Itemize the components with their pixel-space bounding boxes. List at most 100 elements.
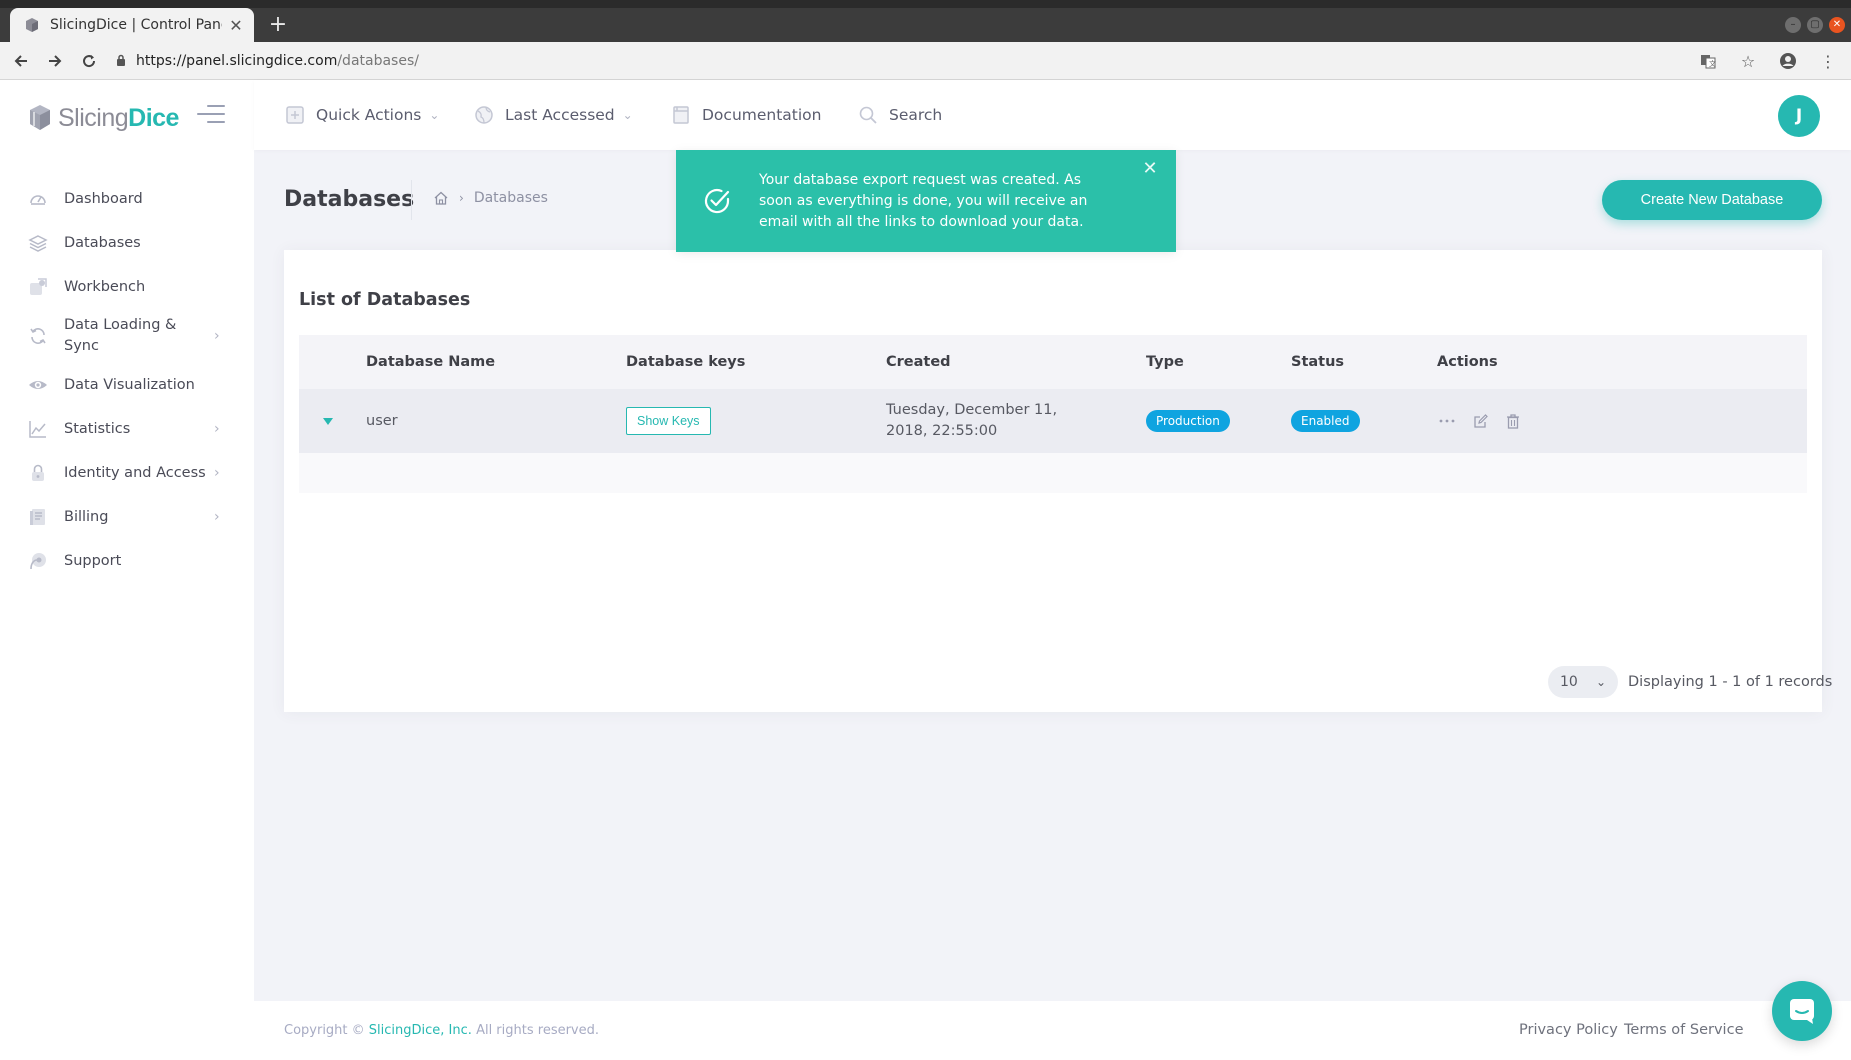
sidebar-item-statistics[interactable]: Statistics › bbox=[0, 407, 254, 451]
tab-close-icon[interactable]: ✕ bbox=[228, 16, 244, 35]
chat-launcher-button[interactable] bbox=[1772, 981, 1832, 1041]
type-cell: Production bbox=[1146, 389, 1230, 453]
created-timestamp: Tuesday, December 11, 2018, 22:55:00 bbox=[886, 402, 1058, 439]
support-icon bbox=[28, 551, 48, 571]
translate-icon[interactable]: 文 bbox=[1697, 48, 1719, 74]
edit-icon[interactable] bbox=[1470, 411, 1490, 431]
search-label: Search bbox=[889, 106, 943, 124]
os-top-bar bbox=[0, 0, 1851, 8]
bookmark-star-icon[interactable]: ☆ bbox=[1737, 48, 1759, 74]
address-bar[interactable]: https://panel.slicingdice.com/databases/ bbox=[116, 53, 419, 69]
status-cell: Enabled bbox=[1291, 389, 1360, 453]
globe-icon bbox=[473, 104, 495, 126]
sidebar-item-databases[interactable]: Databases bbox=[0, 221, 254, 265]
browser-toolbar: https://panel.slicingdice.com/databases/… bbox=[0, 42, 1851, 80]
caret-down-icon bbox=[323, 417, 333, 425]
column-header[interactable]: Database Name bbox=[366, 335, 495, 389]
documentation-label: Documentation bbox=[702, 106, 822, 124]
sidebar: SlicingDice Dashboard Databases Workbenc… bbox=[0, 80, 254, 1060]
toast-message: Your database export request was created… bbox=[759, 172, 1088, 230]
page-title: Databases bbox=[284, 187, 415, 212]
layers-icon bbox=[28, 233, 48, 253]
billing-icon bbox=[28, 507, 48, 527]
window-controls: – ▢ ✕ bbox=[1785, 17, 1845, 33]
more-options-icon[interactable] bbox=[1437, 411, 1457, 431]
sidebar-item-label: Support bbox=[64, 552, 122, 569]
trash-icon[interactable] bbox=[1503, 411, 1523, 431]
sidebar-item-label: Data Visualization bbox=[64, 376, 195, 393]
privacy-policy-link[interactable]: Privacy Policy bbox=[1519, 1022, 1618, 1038]
home-icon[interactable] bbox=[433, 190, 449, 206]
column-header[interactable]: Type bbox=[1146, 335, 1184, 389]
chevron-right-icon: › bbox=[214, 509, 220, 525]
maximize-window-icon[interactable]: ▢ bbox=[1807, 17, 1823, 33]
close-icon[interactable]: ✕ bbox=[1140, 158, 1160, 179]
user-avatar[interactable]: J bbox=[1778, 95, 1820, 137]
sidebar-item-dashboard[interactable]: Dashboard bbox=[0, 177, 254, 221]
show-keys-button[interactable]: Show Keys bbox=[626, 407, 711, 435]
browser-tab-strip: SlicingDice | Control Pane ✕ + – ▢ ✕ bbox=[0, 8, 1851, 42]
databases-table: Database Name Database keys Created Type… bbox=[299, 335, 1807, 493]
secure-lock-icon bbox=[117, 54, 125, 66]
eye-icon bbox=[28, 375, 48, 395]
chevron-down-icon: ⌄ bbox=[429, 108, 440, 122]
breadcrumb-databases[interactable]: Databases bbox=[474, 190, 548, 206]
last-accessed-menu[interactable]: Last Accessed ⌄ bbox=[473, 80, 633, 150]
column-header[interactable]: Status bbox=[1291, 335, 1344, 389]
slicingdice-favicon-icon bbox=[26, 18, 38, 32]
new-tab-icon[interactable]: + bbox=[266, 14, 290, 38]
search-trigger[interactable]: Search bbox=[857, 80, 942, 150]
copyright: Copyright © SlicingDice, Inc. All rights… bbox=[284, 1023, 599, 1038]
browser-tab[interactable]: SlicingDice | Control Pane ✕ bbox=[10, 8, 254, 42]
page-size-select[interactable]: 10 ⌄ bbox=[1548, 666, 1618, 698]
breadcrumb-separator: › bbox=[459, 191, 464, 205]
profile-icon[interactable] bbox=[1777, 48, 1799, 74]
sidebar-item-data-loading-sync[interactable]: Data Loading & Sync › bbox=[0, 309, 254, 363]
dashboard-icon bbox=[28, 189, 48, 209]
sidebar-item-label: Data Loading & Sync bbox=[64, 317, 177, 354]
table-header: Database Name Database keys Created Type… bbox=[299, 335, 1807, 389]
lock-icon bbox=[28, 463, 48, 483]
chart-icon bbox=[28, 419, 48, 439]
reload-icon[interactable] bbox=[76, 48, 102, 74]
status-badge: Enabled bbox=[1291, 410, 1360, 432]
sidebar-item-support[interactable]: Support bbox=[0, 539, 254, 583]
records-info: Displaying 1 - 1 of 1 records bbox=[1628, 674, 1833, 690]
sidebar-item-identity-access[interactable]: Identity and Access › bbox=[0, 451, 254, 495]
databases-portlet: List of Databases Database Name Database… bbox=[284, 250, 1822, 712]
terms-of-service-link[interactable]: Terms of Service bbox=[1624, 1022, 1743, 1038]
close-window-icon[interactable]: ✕ bbox=[1829, 17, 1845, 33]
chevron-right-icon: › bbox=[214, 465, 220, 481]
last-accessed-label: Last Accessed bbox=[505, 106, 615, 124]
sidebar-item-workbench[interactable]: Workbench bbox=[0, 265, 254, 309]
sidebar-item-billing[interactable]: Billing › bbox=[0, 495, 254, 539]
sidebar-toggle-icon[interactable] bbox=[197, 105, 225, 129]
minimize-window-icon[interactable]: – bbox=[1785, 17, 1801, 33]
column-header[interactable]: Created bbox=[886, 335, 951, 389]
back-arrow-icon[interactable] bbox=[8, 48, 34, 74]
logo-text-slicing: Slicing bbox=[58, 103, 129, 132]
quick-actions-menu[interactable]: Quick Actions ⌄ bbox=[284, 80, 439, 150]
browser-menu-icon[interactable]: ⋮ bbox=[1817, 48, 1839, 74]
search-icon bbox=[857, 104, 879, 126]
table-row: user Show Keys Tuesday, December 11, 201… bbox=[299, 389, 1807, 453]
sidebar-item-label: Workbench bbox=[64, 278, 146, 295]
forward-arrow-icon[interactable] bbox=[42, 48, 68, 74]
slicingdice-logo[interactable]: SlicingDice bbox=[28, 98, 179, 138]
copyright-rights: All rights reserved. bbox=[476, 1023, 600, 1038]
sidebar-menu: Dashboard Databases Workbench Data Loadi… bbox=[0, 177, 254, 583]
sidebar-item-data-visualization[interactable]: Data Visualization bbox=[0, 363, 254, 407]
sidebar-item-label: Identity and Access bbox=[64, 464, 206, 481]
create-new-database-button[interactable]: Create New Database bbox=[1602, 180, 1822, 220]
documentation-link[interactable]: Documentation bbox=[670, 80, 822, 150]
column-header[interactable]: Database keys bbox=[626, 335, 745, 389]
success-toast: Your database export request was created… bbox=[676, 150, 1176, 252]
company-link[interactable]: SlicingDice, Inc. bbox=[369, 1023, 472, 1038]
url-host: https://panel.slicingdice.com bbox=[136, 52, 338, 69]
top-header: Quick Actions ⌄ Last Accessed ⌄ Document… bbox=[254, 80, 1851, 150]
expand-row-toggle[interactable] bbox=[323, 389, 333, 453]
browser-tab-title: SlicingDice | Control Pane bbox=[50, 17, 222, 33]
copyright-prefix: Copyright © bbox=[284, 1023, 365, 1038]
breadcrumb: › Databases bbox=[433, 190, 548, 206]
database-keys-cell: Show Keys bbox=[626, 389, 711, 453]
